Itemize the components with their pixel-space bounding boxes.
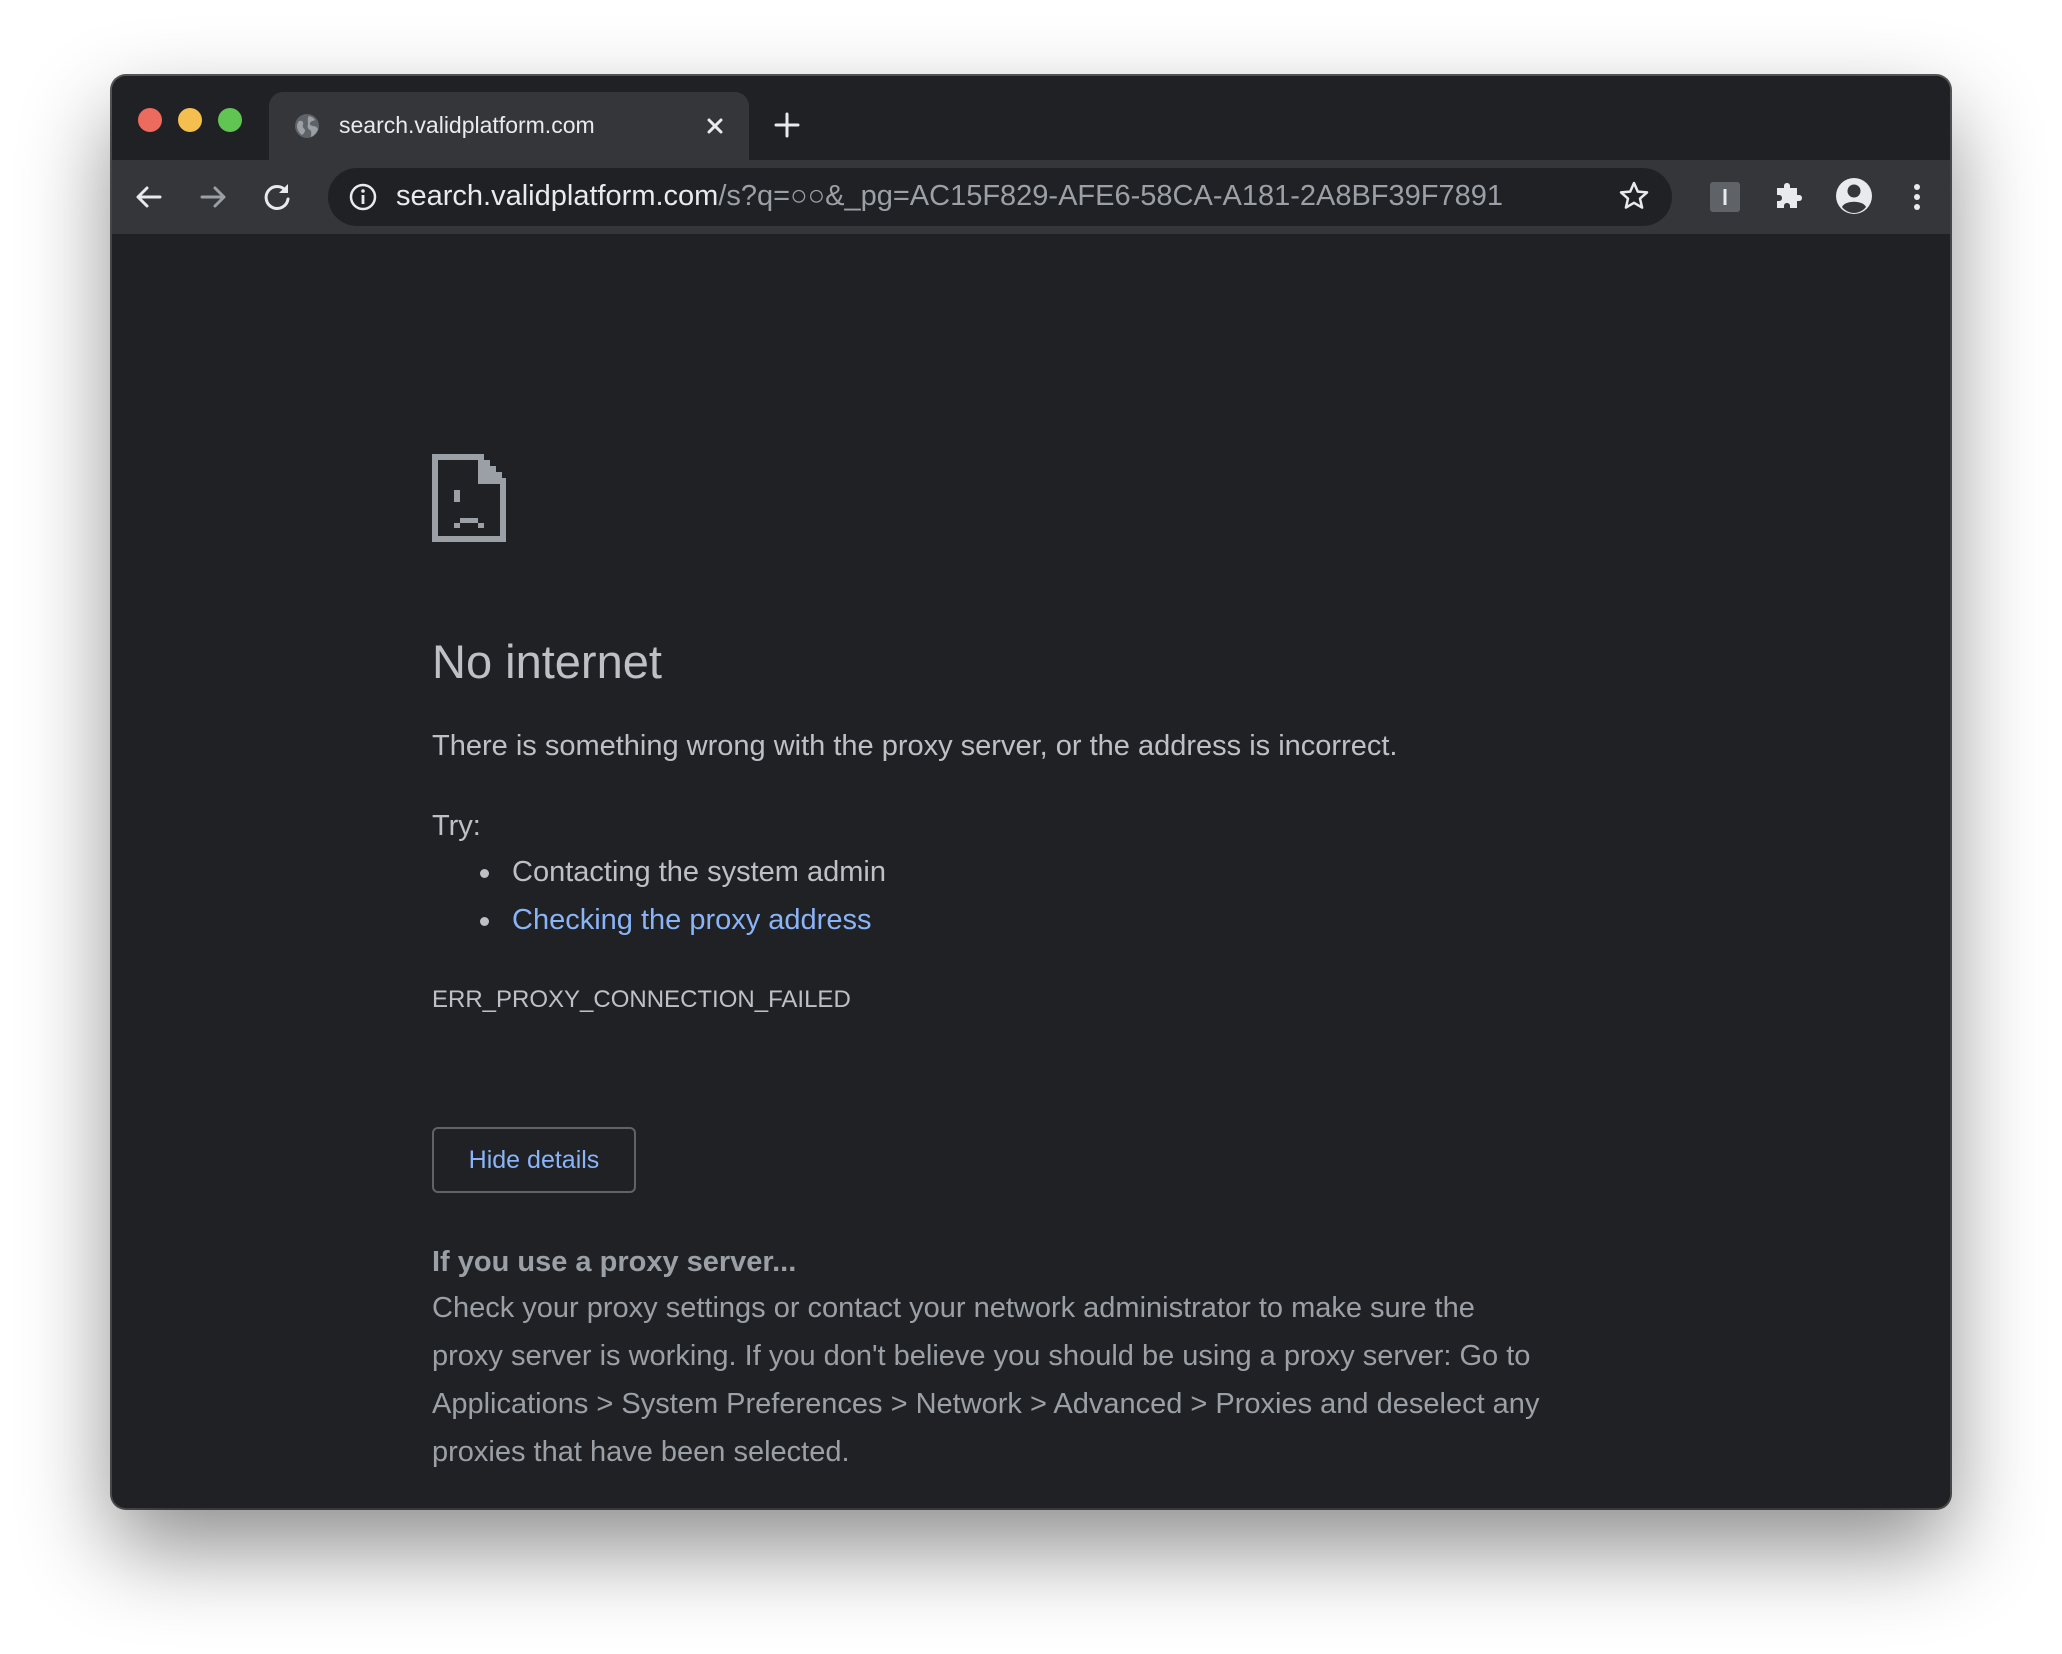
close-window-button[interactable] [138, 108, 162, 132]
close-icon[interactable] [701, 112, 729, 140]
suggestion-check-proxy-link[interactable]: Checking the proxy address [432, 896, 886, 944]
tab-strip: search.validplatform.com [112, 76, 1950, 160]
details-body: Check your proxy settings or contact you… [432, 1284, 1652, 1476]
details-line: Applications > System Preferences > Netw… [432, 1388, 1540, 1420]
browser-window: search.validplatform.com search.validpla… [112, 76, 1950, 1508]
account-icon[interactable] [1834, 176, 1874, 216]
address-bar[interactable]: search.validplatform.com/s?q=○○&_pg=AC15… [328, 168, 1672, 226]
details-line: proxies that have been selected. [432, 1436, 850, 1468]
arrow-right-icon[interactable] [196, 180, 230, 214]
hide-details-button[interactable]: Hide details [432, 1127, 636, 1193]
error-summary: There is something wrong with the proxy … [432, 730, 1398, 762]
error-code: ERR_PROXY_CONNECTION_FAILED [432, 986, 851, 1013]
error-page: No internet There is something wrong wit… [112, 234, 1950, 1508]
zoom-window-button[interactable] [218, 108, 242, 132]
reload-icon[interactable] [260, 180, 294, 214]
details-heading: If you use a proxy server... [432, 1246, 797, 1278]
url-path: /s?q=○○&_pg=AC15F829-AFE6-58CA-A181-2A8B… [718, 180, 1504, 212]
suggestion-contact-admin: Contacting the system admin [432, 848, 886, 896]
url-text[interactable]: search.validplatform.com/s?q=○○&_pg=AC15… [396, 180, 1503, 213]
globe-icon [295, 114, 319, 138]
tab-active[interactable]: search.validplatform.com [269, 92, 749, 160]
info-icon[interactable] [348, 182, 378, 212]
error-heading: No internet [432, 635, 662, 688]
details-line: Check your proxy settings or contact you… [432, 1292, 1475, 1324]
kebab-menu-icon[interactable] [1900, 180, 1934, 214]
tab-title: search.validplatform.com [339, 112, 595, 138]
try-label: Try: [432, 810, 481, 842]
star-icon[interactable] [1618, 180, 1650, 212]
url-host: search.validplatform.com [396, 180, 719, 212]
sad-page-icon [432, 454, 506, 542]
suggestions-list: Contacting the system admin Checking the… [432, 848, 886, 944]
minimize-window-button[interactable] [178, 108, 202, 132]
puzzle-icon[interactable] [1772, 180, 1806, 214]
details-line: proxy server is working. If you don't be… [432, 1340, 1531, 1372]
toolbar: search.validplatform.com/s?q=○○&_pg=AC15… [112, 160, 1950, 234]
extension-badge-icon[interactable] [1708, 180, 1742, 214]
arrow-left-icon[interactable] [132, 180, 166, 214]
plus-icon[interactable] [772, 110, 802, 140]
